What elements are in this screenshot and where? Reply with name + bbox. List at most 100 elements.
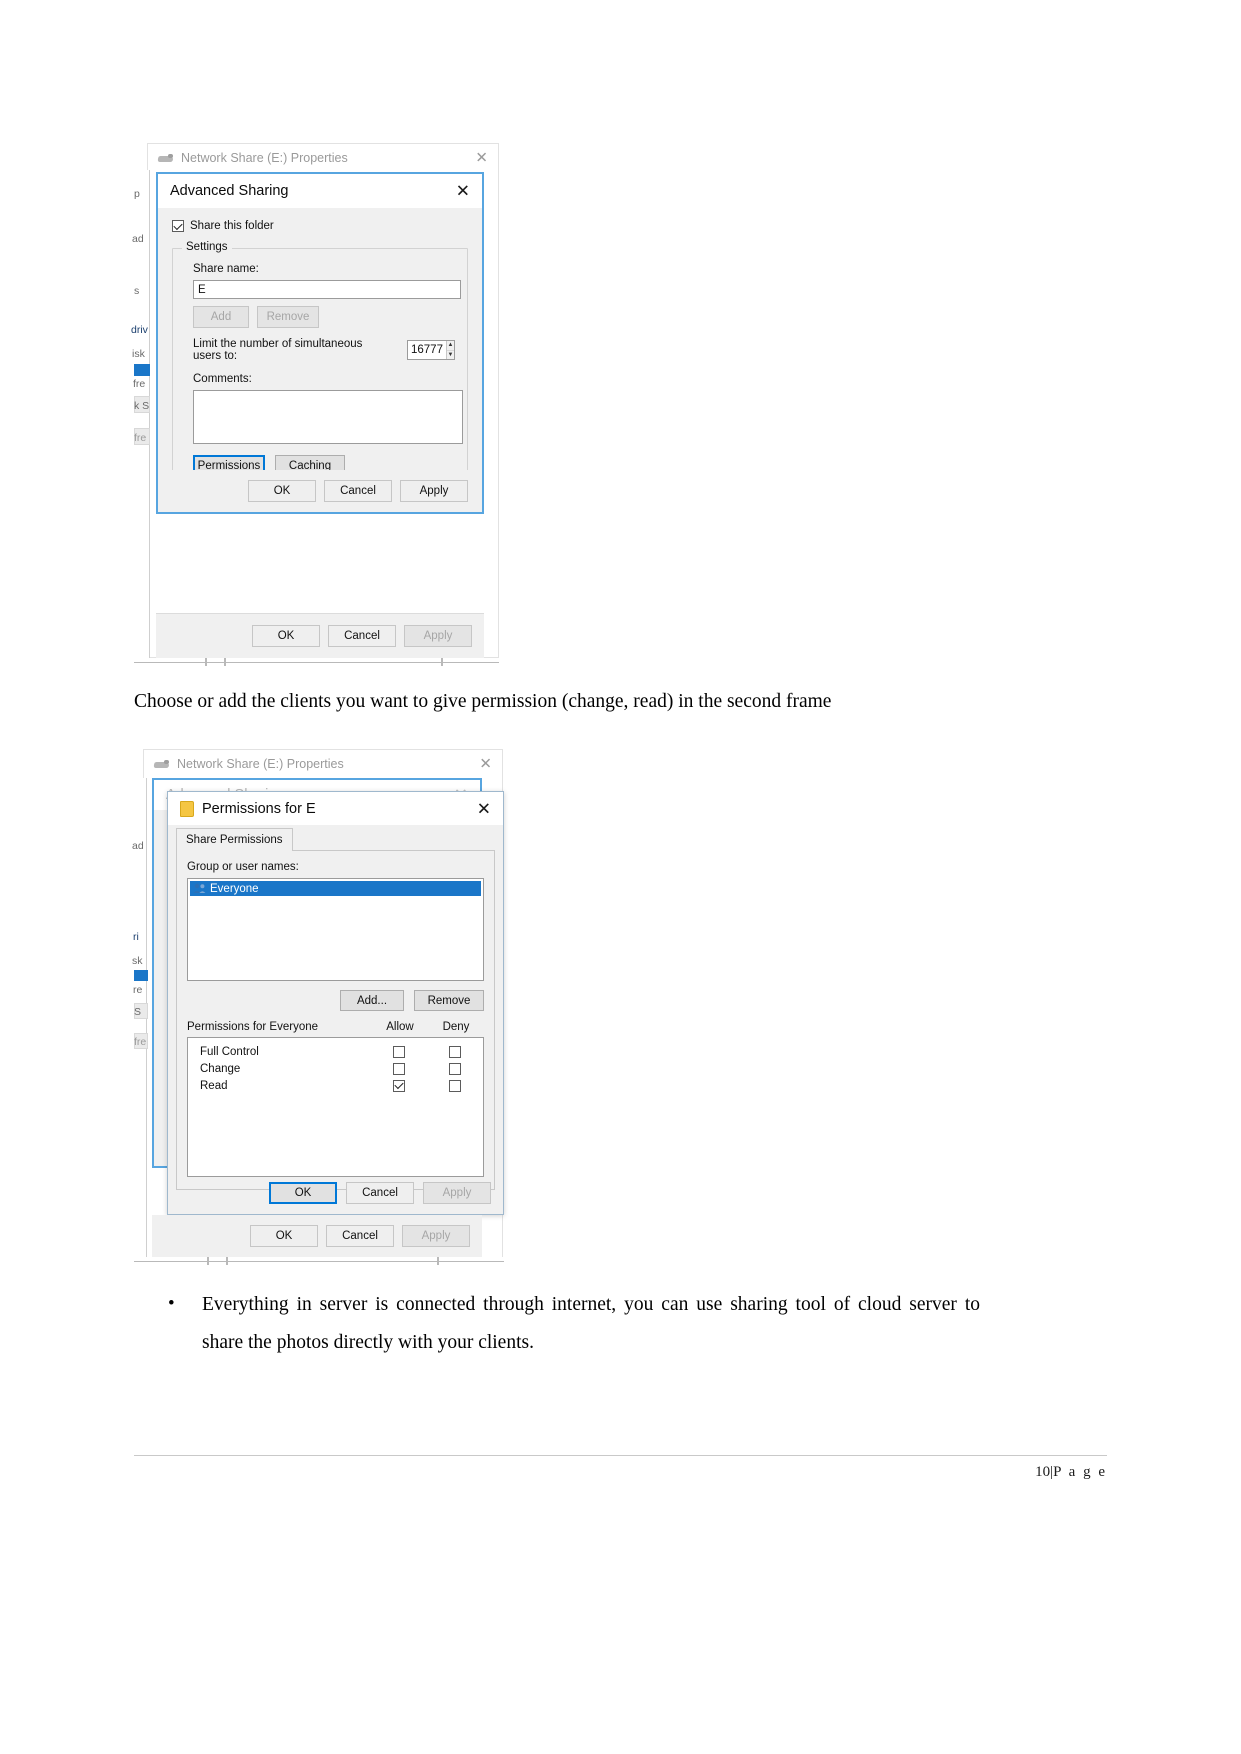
cancel-button[interactable]: Cancel [324,480,392,502]
properties-apply-button[interactable]: Apply [404,625,472,647]
stepper-down-icon[interactable]: ▼ [447,351,454,360]
bg-blue-bar [134,364,150,376]
permissions-table[interactable]: Full Control Change Read [187,1037,484,1177]
properties-button-row: OK Cancel Apply [156,613,484,658]
bg2-blue-bar [134,970,148,981]
tab-share-permissions[interactable]: Share Permissions [176,828,293,851]
properties-ok-button-2[interactable]: OK [250,1225,318,1247]
figure2-tick-1 [207,1257,209,1265]
folder-icon [180,800,194,817]
add-share-name-button[interactable]: Add [193,306,249,328]
bullet-list-item: • Everything in server is connected thro… [168,1286,980,1362]
permissions-cancel-button[interactable]: Cancel [346,1182,414,1204]
permissions-apply-button[interactable]: Apply [423,1182,491,1204]
properties-cancel-button[interactable]: Cancel [328,625,396,647]
bg-label-1: ad [132,233,144,245]
bg-label-3: driv [131,324,148,336]
advanced-sharing-title: Advanced Sharing [170,183,289,199]
figure2-tick-3 [437,1257,439,1265]
permissions-for-everyone-label: Permissions for Everyone [187,1021,319,1033]
share-name-buttons: Add Remove [193,306,455,328]
apply-button[interactable]: Apply [400,480,468,502]
properties-ok-button[interactable]: OK [252,625,320,647]
comments-textarea[interactable] [193,390,463,444]
bg-label-5: fre [133,378,146,390]
perm-row-label: Read [200,1079,228,1092]
bg-label-0: p [134,188,140,200]
advanced-sharing-dialog[interactable]: Advanced Sharing ✕ Share this folder Set… [156,172,484,514]
limit-users-value: 16777 [411,344,443,356]
footer-divider [134,1455,1107,1456]
close-icon[interactable]: ✕ [477,800,491,817]
page-footer: 10|P a g e [1035,1464,1107,1481]
table-row[interactable]: Change [188,1060,483,1077]
settings-legend: Settings [182,241,232,253]
figure2-baseline [134,1257,504,1262]
bg-label-7: fre [134,432,147,444]
bg2-label-4: S [134,1006,142,1018]
column-deny: Deny [442,1021,470,1033]
limit-users-label: Limit the number of simultaneous users t… [193,338,363,362]
permissions-tabstrip: Share Permissions [176,828,495,851]
bg-label-2: s [134,285,140,297]
bg2-label-5: fre [134,1036,147,1048]
advanced-sharing-button-row: OK Cancel Apply [158,470,482,512]
bg2-label-2: sk [132,955,143,967]
bg2-label-3: re [133,984,143,996]
group-user-list[interactable]: Everyone [187,878,484,981]
table-row[interactable]: Read [188,1077,483,1094]
bg-label-6: k S [134,400,150,412]
document-page: Network Share (E:) Properties ✕ p ad s d… [0,0,1241,1754]
bg-label-4: isk [132,348,145,360]
permissions-button-row: OK Cancel Apply [168,1172,503,1214]
properties-button-row-2: OK Cancel Apply [152,1215,482,1257]
permissions-dialog-title: Permissions for E [202,800,316,817]
stepper-arrows[interactable]: ▲ ▼ [445,341,454,360]
ok-button[interactable]: OK [248,480,316,502]
list-item-label: Everyone [210,882,259,895]
column-allow: Allow [386,1021,414,1033]
stepper-up-icon[interactable]: ▲ [446,341,454,351]
close-icon[interactable]: ✕ [475,151,488,166]
add-remove-buttons: Add... Remove [187,990,484,1011]
allow-checkbox[interactable] [393,1045,405,1058]
footer-page-word: P a g e [1053,1464,1107,1480]
network-drive-icon [154,759,170,770]
users-group-icon [193,883,206,894]
settings-group: Settings Share name: E Add Remove Limit … [172,241,468,494]
allow-checkbox[interactable] [393,1062,405,1075]
footer-page-number: 10 [1035,1464,1051,1480]
add-user-button[interactable]: Add... [340,990,404,1011]
properties-apply-button-2[interactable]: Apply [402,1225,470,1247]
share-this-folder-label: Share this folder [190,220,274,232]
properties-cancel-button-2[interactable]: Cancel [326,1225,394,1247]
close-icon[interactable]: ✕ [479,757,492,772]
permissions-titlebar: Permissions for E ✕ [168,792,503,825]
share-this-folder-checkbox[interactable] [172,220,184,232]
bullet-text: Everything in server is connected throug… [202,1294,980,1354]
deny-checkbox[interactable] [449,1045,461,1058]
share-this-folder-row[interactable]: Share this folder [172,220,468,232]
limit-users-stepper[interactable]: 16777 ▲ ▼ [407,340,455,360]
figure1-tick-3 [441,658,443,666]
close-icon[interactable]: ✕ [456,183,470,200]
table-row[interactable]: Full Control [188,1043,483,1060]
permissions-dialog[interactable]: Permissions for E ✕ Share Permissions Gr… [167,791,504,1215]
deny-checkbox[interactable] [449,1079,461,1092]
share-permissions-panel: Group or user names: Everyone Add... Rem… [176,850,495,1190]
share-name-label: Share name: [193,263,259,275]
bullet-marker: • [168,1293,175,1314]
permissions-ok-button[interactable]: OK [269,1182,337,1204]
properties-titlebar: Network Share (E:) Properties ✕ [148,144,498,172]
remove-share-name-button[interactable]: Remove [257,306,319,328]
bg2-label-0: ad [132,840,144,852]
permissions-table-header: Permissions for Everyone Allow Deny [187,1021,484,1033]
share-name-input[interactable]: E [193,280,461,299]
list-item[interactable]: Everyone [190,881,481,896]
properties-window-title-2: Network Share (E:) Properties [177,757,344,771]
allow-checkbox[interactable] [393,1079,405,1092]
remove-user-button[interactable]: Remove [414,990,484,1011]
figure1-tick-2 [224,658,226,666]
figure1-baseline [134,658,499,663]
deny-checkbox[interactable] [449,1062,461,1075]
